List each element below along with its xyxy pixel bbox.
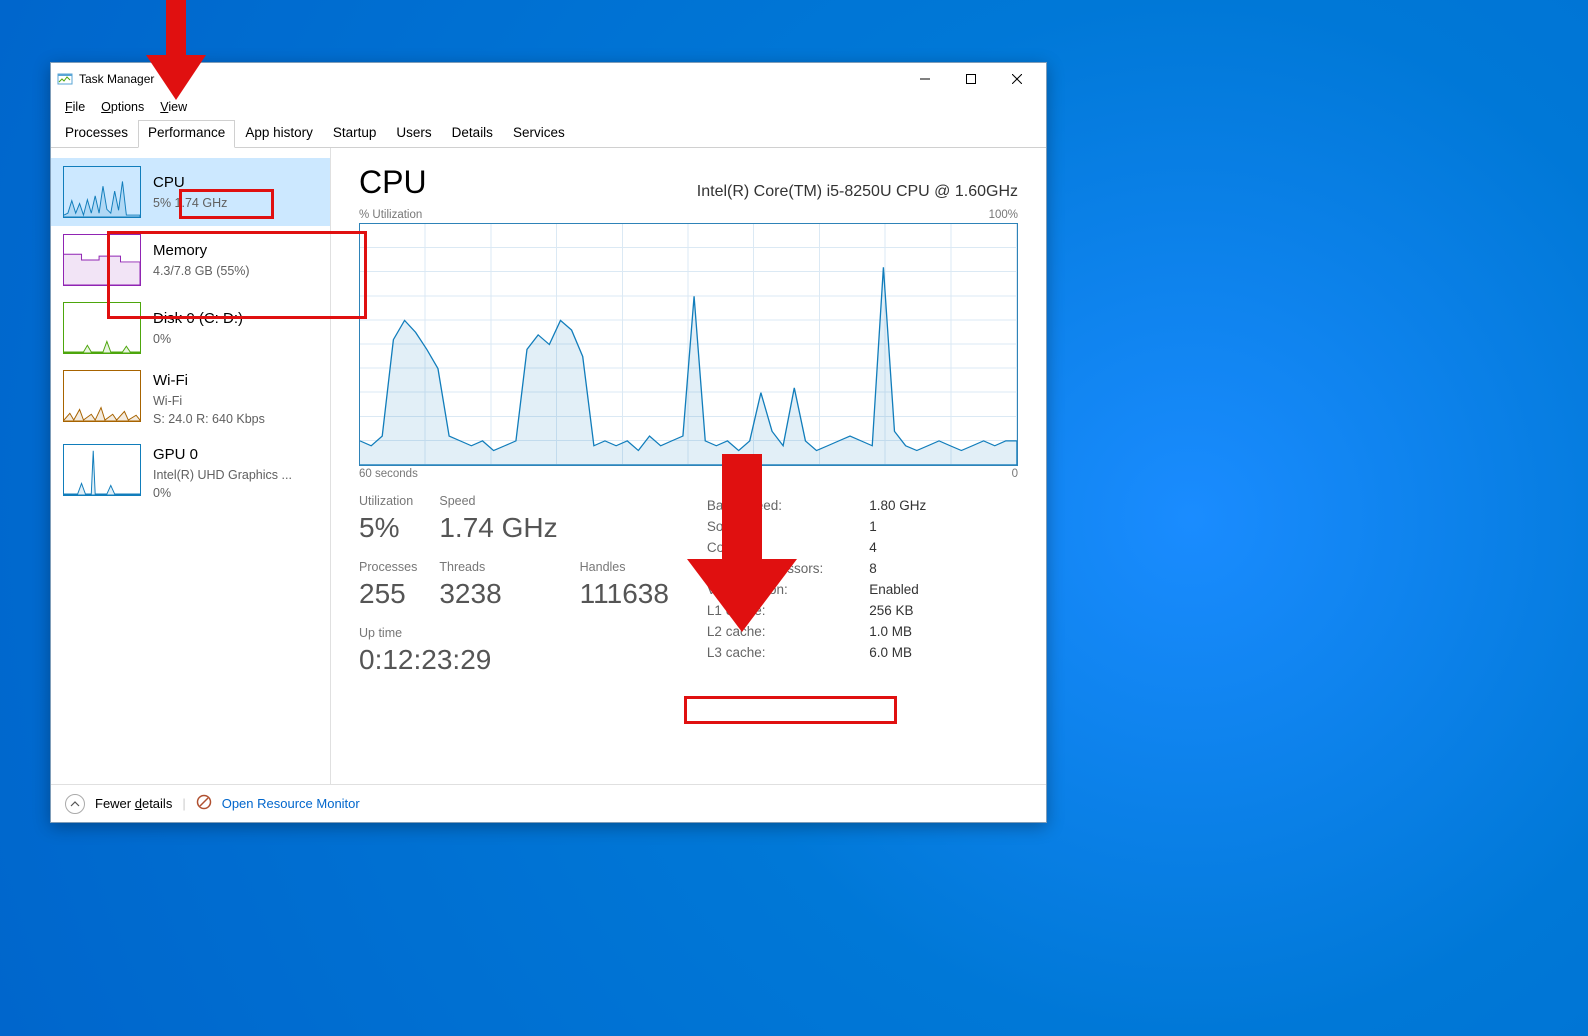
sidebar-item-sub: Wi-Fi <box>153 393 265 411</box>
sidebar-item-label: Memory <box>153 240 250 261</box>
sidebar-item-cpu[interactable]: CPU 5% 1.74 GHz <box>51 158 330 226</box>
stat-utilization: Utilization 5% <box>359 494 417 544</box>
chart-xmax: 60 seconds <box>359 468 418 480</box>
chart-ymax: 100% <box>989 209 1018 221</box>
tab-details[interactable]: Details <box>442 120 503 148</box>
app-icon <box>57 71 73 87</box>
sidebar-item-sub: 4.3/7.8 GB (55%) <box>153 263 250 281</box>
sidebar-item-sub2: 0% <box>153 485 292 503</box>
sidebar-item-label: Wi-Fi <box>153 370 265 391</box>
stat-row-virtualization: Virtualization:Enabled <box>707 580 926 599</box>
sidebar-item-sub: Intel(R) UHD Graphics ... <box>153 467 292 485</box>
sidebar-item-disk[interactable]: Disk 0 (C: D:) 0% <box>51 294 330 362</box>
maximize-button[interactable] <box>948 64 994 94</box>
menu-view[interactable]: View <box>152 98 195 116</box>
content: CPU 5% 1.74 GHz Memory 4.3/7.8 GB (55%) <box>51 148 1046 784</box>
footer: Fewer details | Open Resource Monitor <box>51 784 1046 822</box>
tab-startup[interactable]: Startup <box>323 120 387 148</box>
stat-row-l2: L2 cache:1.0 MB <box>707 622 926 641</box>
gpu-thumb-icon <box>63 444 141 496</box>
main-panel: CPU Intel(R) Core(TM) i5-8250U CPU @ 1.6… <box>331 148 1046 784</box>
tab-services[interactable]: Services <box>503 120 575 148</box>
stats-right: Base speed:1.80 GHz Sockets:1 Cores:4 Lo… <box>705 494 928 676</box>
task-manager-window: Task Manager File Options View Processes… <box>50 62 1047 823</box>
menu-options[interactable]: Options <box>93 98 152 116</box>
titlebar[interactable]: Task Manager <box>51 63 1046 95</box>
stat-threads: Threads 3238 <box>439 560 557 610</box>
stat-uptime: Up time 0:12:23:29 <box>359 626 669 676</box>
sidebar-item-wifi[interactable]: Wi-Fi Wi-Fi S: 24.0 R: 640 Kbps <box>51 362 330 436</box>
sidebar-item-sub: 5% 1.74 GHz <box>153 195 227 213</box>
page-title: CPU <box>359 164 427 201</box>
memory-thumb-icon <box>63 234 141 286</box>
stat-row-sockets: Sockets:1 <box>707 517 926 536</box>
sidebar-item-sub2: S: 24.0 R: 640 Kbps <box>153 411 265 429</box>
cpu-utilization-chart[interactable] <box>359 223 1018 466</box>
chart-ylabel: % Utilization <box>359 209 422 221</box>
close-button[interactable] <box>994 64 1040 94</box>
stat-row-logical: Logical processors:8 <box>707 559 926 578</box>
disk-thumb-icon <box>63 302 141 354</box>
cpu-model: Intel(R) Core(TM) i5-8250U CPU @ 1.60GHz <box>697 183 1018 201</box>
cpu-thumb-icon <box>63 166 141 218</box>
fewer-details-link[interactable]: Fewer details <box>95 796 172 811</box>
sidebar-item-gpu[interactable]: GPU 0 Intel(R) UHD Graphics ... 0% <box>51 436 330 510</box>
menu-file[interactable]: File <box>57 98 93 116</box>
stat-processes: Processes 255 <box>359 560 417 610</box>
sidebar-item-label: CPU <box>153 172 227 193</box>
sidebar-item-memory[interactable]: Memory 4.3/7.8 GB (55%) <box>51 226 330 294</box>
stats: Utilization 5% Speed 1.74 GHz Processes … <box>359 494 1018 676</box>
tab-app-history[interactable]: App history <box>235 120 323 148</box>
resource-monitor-icon <box>196 794 212 813</box>
window-title: Task Manager <box>79 72 154 86</box>
chart-xmin: 0 <box>1012 468 1018 480</box>
wifi-thumb-icon <box>63 370 141 422</box>
stat-row-l3: L3 cache:6.0 MB <box>707 643 926 662</box>
stat-row-base-speed: Base speed:1.80 GHz <box>707 496 926 515</box>
sidebar-item-sub: 0% <box>153 331 243 349</box>
stat-row-cores: Cores:4 <box>707 538 926 557</box>
stat-handles: Handles 111638 <box>580 560 669 610</box>
main-header: CPU Intel(R) Core(TM) i5-8250U CPU @ 1.6… <box>359 164 1018 201</box>
stat-speed: Speed 1.74 GHz <box>439 494 557 544</box>
chevron-up-icon[interactable] <box>65 794 85 814</box>
sidebar-item-label: GPU 0 <box>153 444 292 465</box>
open-resource-monitor-link[interactable]: Open Resource Monitor <box>222 796 360 811</box>
performance-sidebar: CPU 5% 1.74 GHz Memory 4.3/7.8 GB (55%) <box>51 148 331 784</box>
stat-row-l1: L1 cache:256 KB <box>707 601 926 620</box>
tab-performance[interactable]: Performance <box>138 120 235 148</box>
tabs: Processes Performance App history Startu… <box>51 119 1046 148</box>
tab-processes[interactable]: Processes <box>55 120 138 148</box>
menubar: File Options View <box>51 95 1046 119</box>
tab-users[interactable]: Users <box>386 120 441 148</box>
sidebar-item-label: Disk 0 (C: D:) <box>153 308 243 329</box>
minimize-button[interactable] <box>902 64 948 94</box>
